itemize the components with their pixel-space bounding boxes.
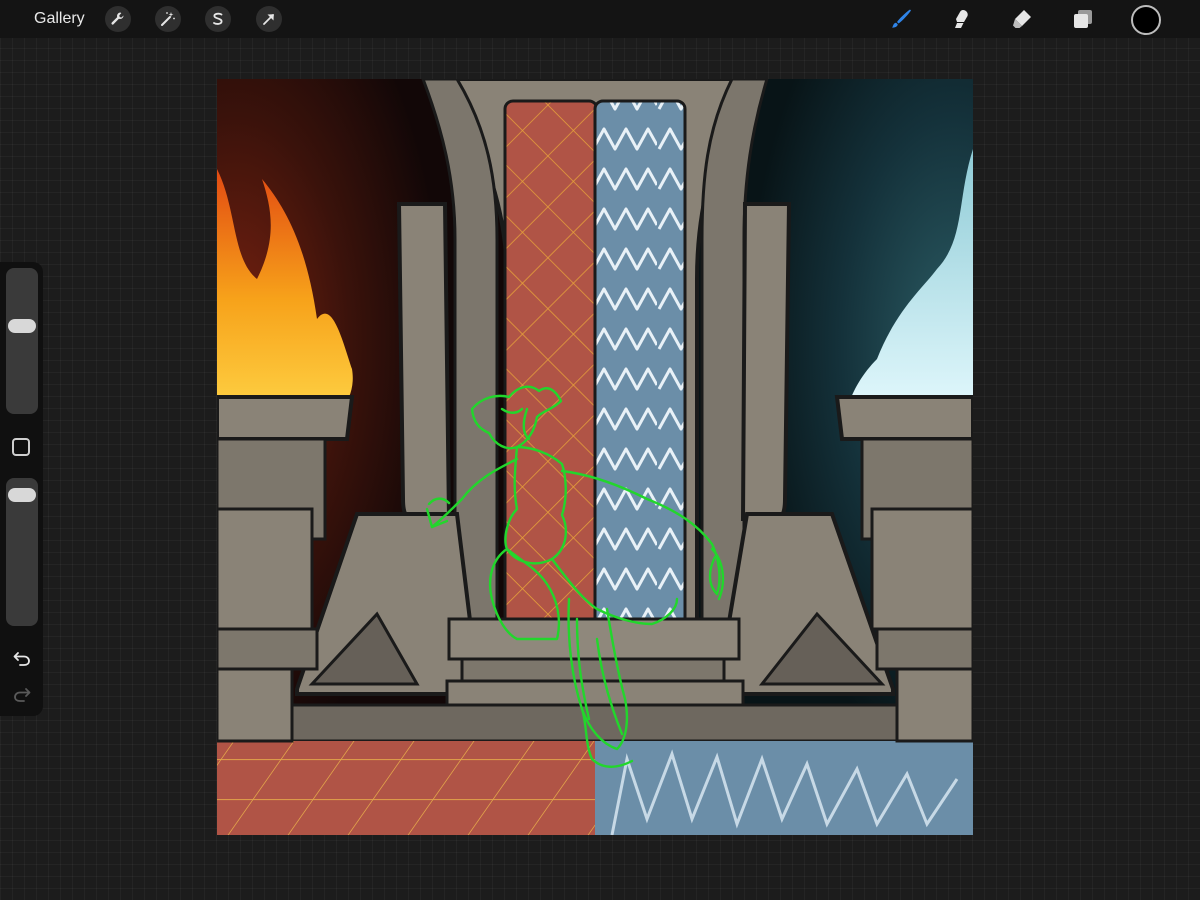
modify-button[interactable] xyxy=(12,438,30,456)
arrow-cursor-icon xyxy=(263,14,274,25)
adjustments-button[interactable] xyxy=(155,6,181,32)
transform-button[interactable] xyxy=(256,6,282,32)
eraser-tool-button[interactable] xyxy=(1007,4,1037,34)
selection-button[interactable] xyxy=(205,6,231,32)
wrench-icon xyxy=(111,12,124,25)
opacity-slider-thumb[interactable] xyxy=(8,487,36,502)
brush-size-slider-thumb[interactable] xyxy=(8,318,36,333)
magic-wand-icon xyxy=(161,12,175,26)
top-toolbar: Gallery xyxy=(0,0,1200,38)
undo-arrow-icon xyxy=(13,652,30,666)
selection-s-icon xyxy=(213,12,223,25)
drawing-canvas[interactable] xyxy=(217,79,973,835)
eraser-icon xyxy=(1013,10,1031,28)
smudge-tool-button[interactable] xyxy=(945,4,975,34)
paint-tool-button[interactable] xyxy=(886,4,916,34)
undo-button[interactable] xyxy=(10,646,34,670)
throne-room-illustration xyxy=(217,79,973,835)
actions-button[interactable] xyxy=(105,6,131,32)
layers-button[interactable] xyxy=(1068,4,1098,34)
smudge-finger-icon xyxy=(955,10,968,28)
gallery-button[interactable]: Gallery xyxy=(28,7,91,31)
left-sidebar xyxy=(0,262,43,716)
layers-icon xyxy=(1074,10,1092,28)
redo-arrow-icon xyxy=(14,688,31,702)
brush-icon xyxy=(892,9,911,28)
redo-button[interactable] xyxy=(10,682,34,706)
brush-size-slider[interactable] xyxy=(6,268,38,414)
color-swatch[interactable] xyxy=(1131,5,1161,35)
opacity-slider[interactable] xyxy=(6,478,38,626)
